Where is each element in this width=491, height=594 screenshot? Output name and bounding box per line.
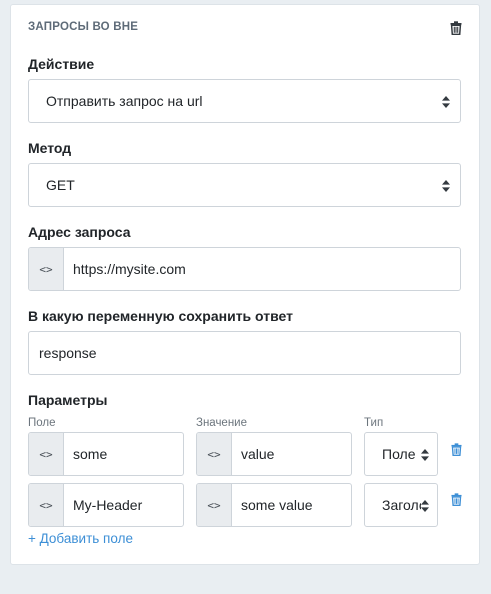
card-title: ЗАПРОСЫ ВО ВНЕ: [28, 21, 139, 33]
param-type-value: Поле: [382, 446, 416, 462]
method-select-value: GET: [46, 177, 75, 193]
action-label: Действие: [28, 56, 95, 72]
code-icon: <>: [29, 433, 64, 475]
code-icon: <>: [197, 433, 232, 475]
trash-icon[interactable]: [451, 443, 463, 457]
param-field-value: My-Header: [73, 497, 143, 513]
url-input-value: https://mysite.com: [73, 261, 186, 277]
code-icon: <>: [29, 248, 64, 290]
url-label: Адрес запроса: [28, 224, 131, 240]
save-var-input[interactable]: response: [28, 331, 461, 375]
save-var-input-value: response: [39, 345, 97, 361]
param-value-input[interactable]: <> some value: [196, 483, 352, 527]
params-label: Параметры: [28, 392, 108, 408]
param-type-select[interactable]: Поле: [364, 432, 438, 476]
param-field-input[interactable]: <> some: [28, 432, 184, 476]
param-value-input[interactable]: <> value: [196, 432, 352, 476]
param-field-value: some: [73, 446, 108, 462]
request-card: ЗАПРОСЫ ВО ВНЕ Действие Отправить запрос…: [10, 4, 480, 565]
param-field-input[interactable]: <> My-Header: [28, 483, 184, 527]
params-col-field: Поле: [28, 417, 56, 429]
select-caret-icon: [442, 95, 450, 113]
add-field-link[interactable]: + Добавить поле: [28, 531, 133, 546]
trash-icon[interactable]: [450, 21, 462, 35]
select-caret-icon: [421, 499, 429, 517]
url-input[interactable]: <> https://mysite.com: [28, 247, 461, 291]
trash-icon[interactable]: [451, 493, 463, 507]
code-icon: <>: [197, 484, 232, 526]
params-col-value: Значение: [196, 417, 247, 429]
action-select[interactable]: Отправить запрос на url: [28, 79, 461, 123]
select-caret-icon: [442, 179, 450, 197]
params-col-type: Тип: [364, 417, 384, 429]
code-icon: <>: [29, 484, 64, 526]
param-value-value: some value: [241, 497, 313, 513]
select-caret-icon: [421, 448, 429, 466]
save-var-label: В какую переменную сохранить ответ: [28, 308, 293, 324]
param-type-select[interactable]: Заголовок: [364, 483, 438, 527]
param-type-value: Заголовок: [382, 497, 422, 513]
action-select-value: Отправить запрос на url: [46, 93, 203, 109]
method-label: Метод: [28, 140, 72, 156]
method-select[interactable]: GET: [28, 163, 461, 207]
param-value-value: value: [241, 446, 275, 462]
